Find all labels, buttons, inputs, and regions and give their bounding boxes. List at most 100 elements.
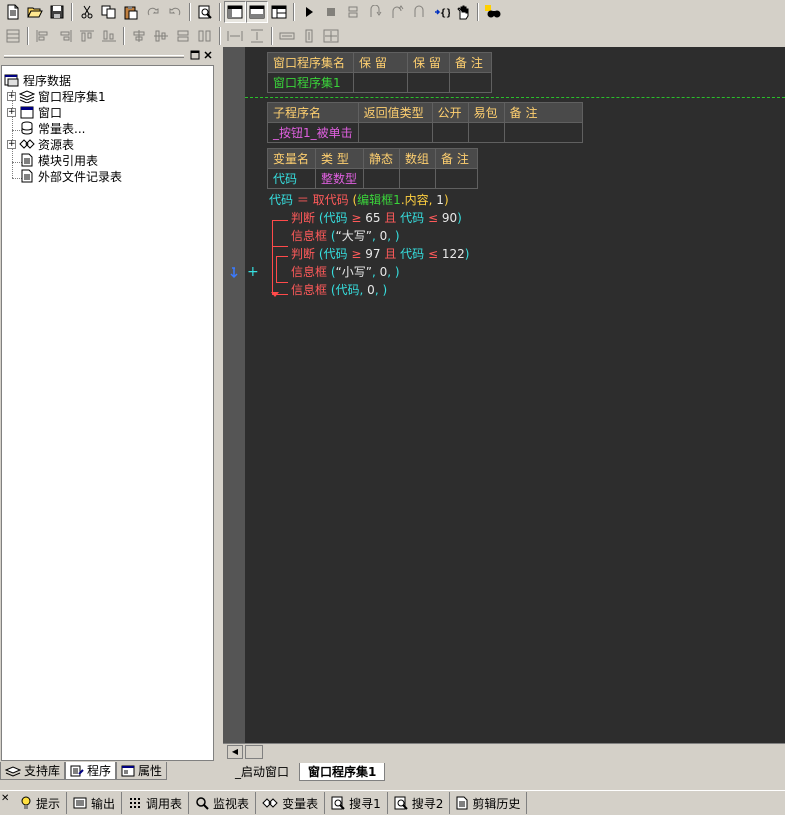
panel-grip[interactable] xyxy=(4,55,184,58)
tab-hint[interactable]: 提示 xyxy=(14,792,68,814)
tab-clip-history[interactable]: 剪辑历史 xyxy=(450,792,528,814)
step-out-button[interactable] xyxy=(386,1,408,23)
code-line-6[interactable]: 信息框 (代码, 0, ) xyxy=(291,281,387,299)
left-panel-tabs: 支持库 程序 属性 xyxy=(0,762,216,782)
variable-type-cell[interactable]: 整数型 xyxy=(315,168,364,189)
expand-icon[interactable]: + xyxy=(7,91,16,101)
tab-window-assembly[interactable]: 窗口程序集1 xyxy=(299,763,386,781)
center-horizontal-icon[interactable] xyxy=(128,25,150,47)
code-line-1[interactable]: 代码 ＝ 取代码 (编辑框1.内容, 1) xyxy=(269,191,449,209)
expand-icon[interactable]: + xyxy=(7,107,16,117)
toolbar-separator xyxy=(123,27,125,45)
run-to-cursor-button[interactable] xyxy=(408,1,430,23)
paste-button[interactable] xyxy=(120,1,142,23)
cut-button[interactable] xyxy=(76,1,98,23)
same-width-icon[interactable] xyxy=(172,25,194,47)
scroll-left-icon[interactable]: ◀ xyxy=(227,745,243,759)
open-file-button[interactable] xyxy=(24,1,46,23)
assembly-name-cell[interactable]: 窗口程序集1 xyxy=(267,72,354,93)
layout-bottom-button[interactable] xyxy=(246,1,268,23)
tree-item-constants[interactable]: 常量表... xyxy=(19,120,85,136)
tab-search-2[interactable]: 搜寻2 xyxy=(388,792,451,814)
table-cell[interactable] xyxy=(363,168,400,189)
braces-button[interactable]: {} xyxy=(430,1,452,23)
scroll-thumb[interactable] xyxy=(245,745,263,759)
close-icon[interactable]: ✕ xyxy=(1,793,9,804)
center-form-icon[interactable] xyxy=(320,25,342,47)
width-icon[interactable] xyxy=(276,25,298,47)
alignment-toolbar xyxy=(0,24,785,48)
expand-icon[interactable]: + xyxy=(7,139,16,149)
flow-bracket xyxy=(272,247,288,295)
code-line-5[interactable]: 信息框 (“小写”, 0, ) xyxy=(291,263,400,281)
table-cell[interactable] xyxy=(503,122,583,143)
table-cell[interactable] xyxy=(407,72,450,93)
hand-icon[interactable] xyxy=(452,1,474,23)
tab-call-table[interactable]: 调用表 xyxy=(122,792,190,814)
stop-button[interactable] xyxy=(320,1,342,23)
panel-pin-icon[interactable] xyxy=(189,50,200,61)
layout-split-button[interactable] xyxy=(268,1,290,23)
layout-left-button[interactable] xyxy=(224,1,246,23)
code-line-4[interactable]: 判断 (代码 ≥ 97 且 代码 ≤ 122) xyxy=(291,245,469,263)
subprogram-name-cell[interactable]: _按钮1_被单击 xyxy=(267,122,359,143)
align-left-icon[interactable] xyxy=(32,25,54,47)
program-tree: 程序数据 + 窗口程序集1 + 窗口 常量表... + 资源表 模块引用表 外部… xyxy=(1,65,214,761)
left-panel-header xyxy=(0,48,216,64)
panel-close-icon[interactable] xyxy=(202,50,213,61)
center-vertical-icon[interactable] xyxy=(150,25,172,47)
run-button[interactable] xyxy=(298,1,320,23)
table-cell[interactable] xyxy=(449,72,492,93)
tree-item-program-data[interactable]: 程序数据 xyxy=(4,72,71,88)
code-editor[interactable]: + 窗口程序集名 保 留 保 留 备 注 窗口程序集1 子程序名 返回值类型 公… xyxy=(223,47,785,743)
flow-bracket xyxy=(272,220,288,247)
tree-item-resources[interactable]: + 资源表 xyxy=(7,136,74,152)
tree-item-module-refs[interactable]: 模块引用表 xyxy=(19,152,98,168)
tab-properties[interactable]: 属性 xyxy=(116,762,168,780)
align-bottom-icon[interactable] xyxy=(98,25,120,47)
grid-icon[interactable] xyxy=(2,25,24,47)
save-button[interactable] xyxy=(46,1,68,23)
tab-program[interactable]: 程序 xyxy=(65,762,117,780)
align-top-icon[interactable] xyxy=(76,25,98,47)
clipboard-history-icon xyxy=(456,796,468,810)
program-icon xyxy=(70,765,84,777)
binoculars-button[interactable] xyxy=(482,1,504,23)
tree-item-window[interactable]: + 窗口 xyxy=(7,104,62,120)
tab-startup-window[interactable]: _启动窗口 xyxy=(227,763,297,781)
tab-search-1[interactable]: 搜寻1 xyxy=(325,792,388,814)
step-over-button[interactable] xyxy=(364,1,386,23)
table-cell[interactable] xyxy=(357,122,433,143)
horizontal-scrollbar[interactable]: ◀ xyxy=(223,743,785,760)
code-line-2[interactable]: 判断 (代码 ≥ 65 且 代码 ≤ 90) xyxy=(291,209,462,227)
redo-button[interactable] xyxy=(142,1,164,23)
find-button[interactable] xyxy=(194,1,216,23)
editor-gutter xyxy=(223,47,245,743)
tab-support-library[interactable]: 支持库 xyxy=(0,762,66,780)
svg-text:{}: {} xyxy=(440,8,450,19)
editor-tabs: _启动窗口 窗口程序集1 xyxy=(223,762,785,782)
new-file-button[interactable] xyxy=(2,1,24,23)
code-line-3[interactable]: 信息框 (“大写”, 0, ) xyxy=(291,227,400,245)
tree-item-assembly[interactable]: + 窗口程序集1 xyxy=(7,88,106,104)
code-area[interactable]: + 窗口程序集名 保 留 保 留 备 注 窗口程序集1 子程序名 返回值类型 公… xyxy=(245,47,785,743)
align-right-icon[interactable] xyxy=(54,25,76,47)
table-cell[interactable] xyxy=(467,122,505,143)
section-divider xyxy=(245,97,785,98)
table-cell[interactable] xyxy=(399,168,436,189)
table-cell[interactable] xyxy=(353,72,408,93)
table-cell[interactable] xyxy=(435,168,478,189)
same-height-icon[interactable] xyxy=(194,25,216,47)
space-horizontal-icon[interactable] xyxy=(224,25,246,47)
tab-variables[interactable]: 变量表 xyxy=(256,792,326,814)
tree-item-external-files[interactable]: 外部文件记录表 xyxy=(19,168,122,184)
height-icon[interactable] xyxy=(298,25,320,47)
step-into-button[interactable] xyxy=(342,1,364,23)
table-cell[interactable] xyxy=(431,122,469,143)
variable-name-cell[interactable]: 代码 xyxy=(267,168,316,189)
undo-button[interactable] xyxy=(164,1,186,23)
copy-button[interactable] xyxy=(98,1,120,23)
tab-output[interactable]: 输出 xyxy=(67,792,123,814)
space-vertical-icon[interactable] xyxy=(246,25,268,47)
tab-watch[interactable]: 监视表 xyxy=(189,792,257,814)
